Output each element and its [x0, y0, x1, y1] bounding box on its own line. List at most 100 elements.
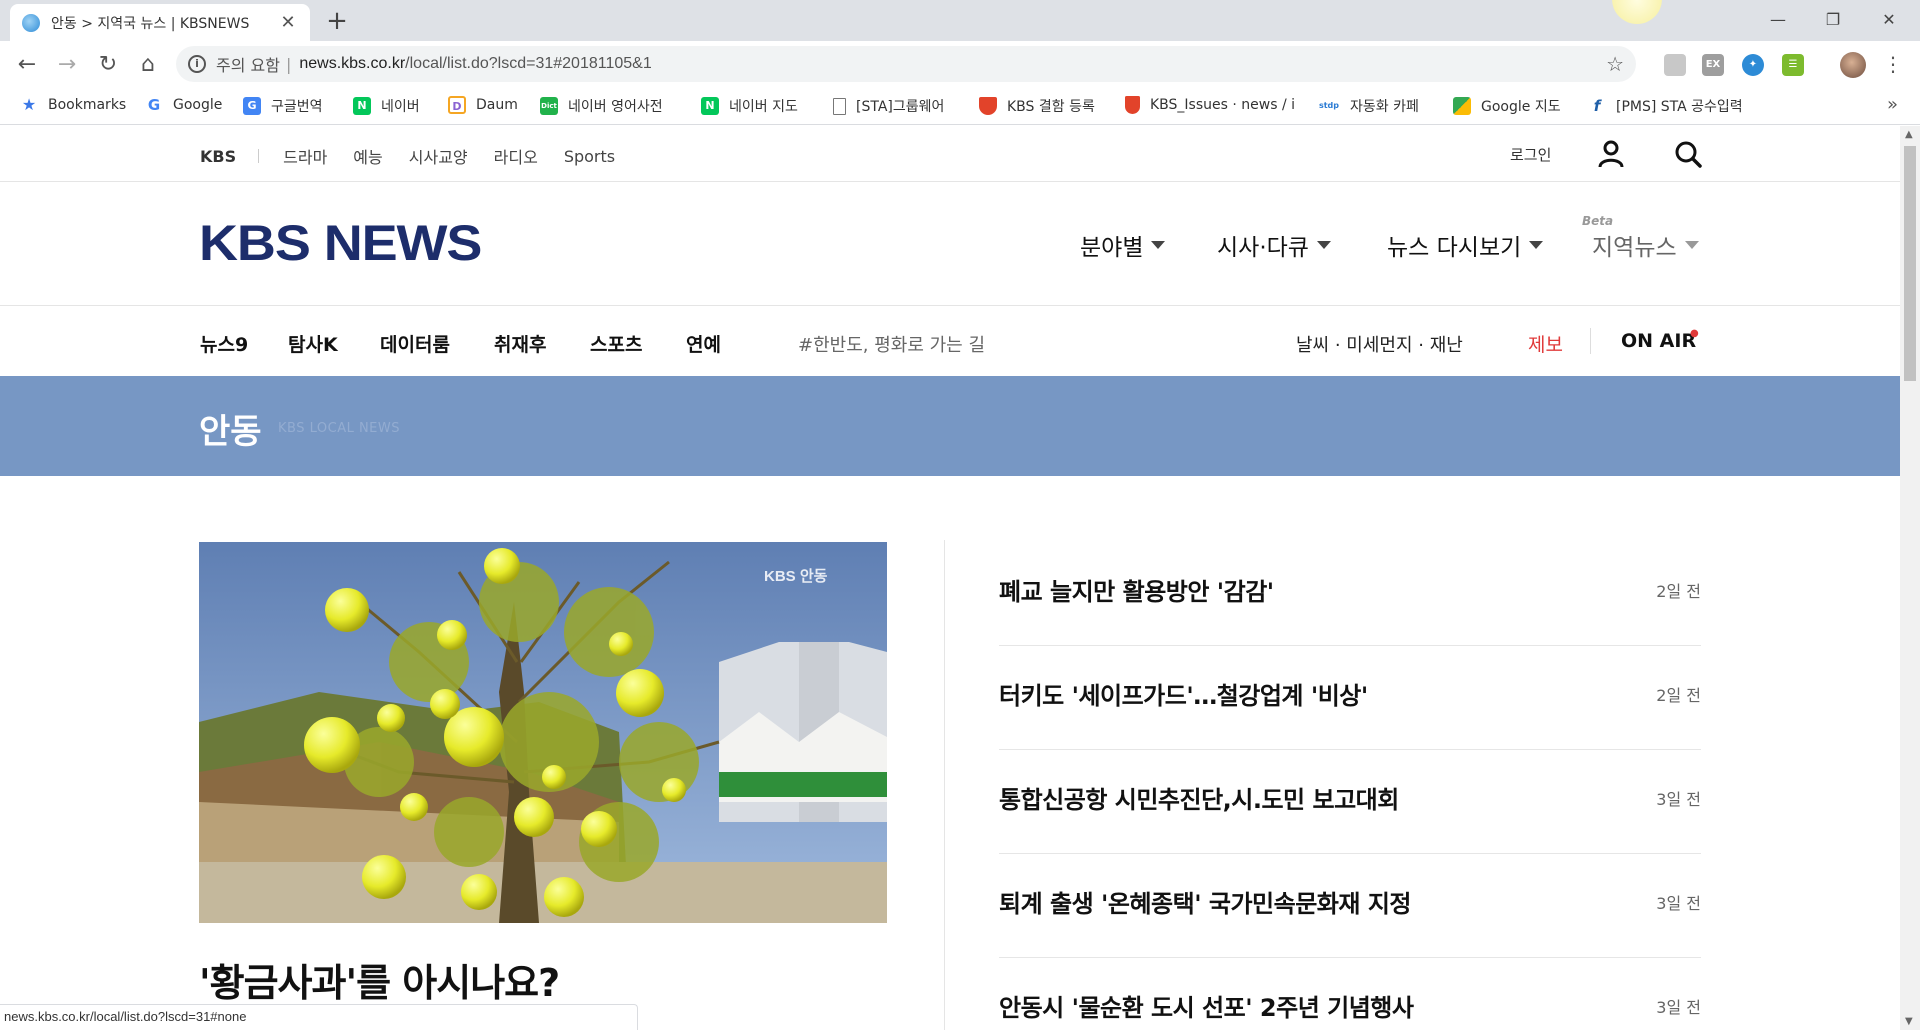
news-item[interactable]: 안동시 '물순환 도시 선포' 2주년 기념행사 3일 전	[999, 958, 1701, 1030]
login-link[interactable]: 로그인	[1510, 144, 1551, 165]
news-item[interactable]: 통합신공항 시민추진단,시.도민 보고대회 3일 전	[999, 750, 1701, 854]
extension-icon-3[interactable]: ✦	[1742, 54, 1764, 76]
back-button[interactable]: ←	[12, 50, 42, 80]
scrollbar-thumb[interactable]	[1904, 146, 1916, 381]
bookmark-item[interactable]: ★ Bookmarks	[20, 96, 126, 114]
hashtag-link[interactable]: #한반도, 평화로 가는 길	[798, 331, 985, 357]
region-banner: 안동 KBS LOCAL NEWS	[0, 376, 1900, 476]
browser-menu-icon[interactable]: ⋮	[1883, 51, 1903, 77]
report-link[interactable]: 제보	[1528, 330, 1563, 357]
nav-label: 분야별	[1080, 235, 1144, 261]
news-headline[interactable]: 안동시 '물순환 도시 선포' 2주년 기념행사	[999, 988, 1414, 1023]
info-icon[interactable]: i	[188, 55, 206, 73]
featured-image[interactable]: KBS 안동	[199, 542, 887, 923]
subnav-sports[interactable]: 스포츠	[590, 330, 642, 357]
search-icon[interactable]	[1674, 140, 1702, 168]
scroll-up-icon[interactable]: ▲	[1905, 129, 1913, 140]
address-bar[interactable]: i 주의 요함 | news.kbs.co.kr/local/list.do?l…	[176, 46, 1636, 82]
utility-links: KBS 드라마 예능 시사교양 라디오 Sports	[200, 144, 641, 168]
bookmark-item[interactable]: stdp 자동화 카페	[1318, 96, 1419, 116]
profile-avatar[interactable]	[1840, 52, 1866, 78]
minimize-button[interactable]: —	[1755, 5, 1801, 35]
bookmarks-bar: ★ Bookmarks G Google G 구글번역 N 네이버 D Daum Dict…	[0, 88, 1920, 125]
subnav-tamsak[interactable]: 탐사K	[288, 330, 338, 357]
kbs-news-logo[interactable]: KBS NEWS	[199, 214, 482, 272]
news-time: 3일 전	[1656, 894, 1701, 913]
weather-link[interactable]: 날씨 · 미세먼지 · 재난	[1296, 331, 1463, 357]
bookmark-item[interactable]: N 네이버 지도	[701, 96, 798, 116]
bookmark-item[interactable]: KBS_Issues · news / i	[1125, 96, 1295, 114]
extension-icon-1[interactable]	[1664, 54, 1686, 76]
subnav-news9[interactable]: 뉴스9	[200, 330, 248, 357]
bookmark-item[interactable]: KBS 결함 등록	[979, 96, 1095, 116]
bookmark-item[interactable]: G Google	[145, 96, 223, 114]
nav-label: 시사·다큐	[1217, 235, 1309, 261]
bookmark-item[interactable]: N 네이버	[353, 96, 420, 116]
forward-button[interactable]: →	[52, 50, 82, 80]
region-subtitle: KBS LOCAL NEWS	[278, 421, 401, 436]
stdp-icon: stdp	[1318, 97, 1340, 115]
nav-label: 뉴스 다시보기	[1387, 235, 1522, 261]
close-tab-icon[interactable]: ✕	[278, 12, 298, 33]
close-window-button[interactable]: ✕	[1866, 5, 1912, 35]
daum-icon: D	[448, 96, 466, 114]
page-scrollbar[interactable]: ▲ ▼	[1900, 126, 1920, 1030]
bookmark-label: KBS_Issues · news / i	[1149, 97, 1295, 113]
news-headline[interactable]: 폐교 늘지만 활용방안 '감감'	[999, 572, 1274, 607]
news-headline[interactable]: 통합신공항 시민추진단,시.도민 보고대회	[999, 780, 1399, 815]
nav-category[interactable]: 분야별	[1080, 228, 1166, 262]
news-time: 2일 전	[1656, 582, 1701, 601]
subnav-dataroom[interactable]: 데이터룸	[380, 330, 450, 357]
browser-tab[interactable]: 안동 > 지역국 뉴스 | KBSNEWS ✕	[10, 4, 310, 41]
scroll-down-icon[interactable]: ▼	[1905, 1016, 1913, 1027]
news-item[interactable]: 터키도 '세이프가드'…철강업계 '비상' 2일 전	[999, 646, 1701, 750]
region-title: 안동	[199, 412, 262, 452]
news-headline[interactable]: 터키도 '세이프가드'…철강업계 '비상'	[999, 676, 1368, 711]
bookmark-label: Daum	[476, 97, 518, 113]
bookmark-item[interactable]: Google 지도	[1453, 96, 1561, 116]
util-link-current-affairs[interactable]: 시사교양	[409, 144, 468, 168]
user-icon[interactable]	[1598, 140, 1624, 168]
extension-icon-4[interactable]: ☰	[1782, 54, 1804, 76]
url-text[interactable]: news.kbs.co.kr/local/list.do?lscd=31#201…	[299, 55, 1606, 73]
home-button[interactable]: ⌂	[133, 50, 163, 80]
bookmark-item[interactable]: G 구글번역	[243, 96, 323, 116]
golden-apple-tree-photo: KBS 안동	[199, 542, 887, 923]
util-link-radio[interactable]: 라디오	[494, 144, 538, 168]
util-link-sports[interactable]: Sports	[564, 147, 615, 166]
beta-badge: Beta	[1582, 214, 1614, 228]
tab-title: 안동 > 지역국 뉴스 | KBSNEWS	[51, 15, 250, 32]
kbs-home-link[interactable]: KBS	[200, 147, 236, 166]
news-headline[interactable]: 퇴계 출생 '온혜종택' 국가민속문화재 지정	[999, 884, 1411, 919]
bookmark-item[interactable]: f [PMS] STA 공수입력	[1588, 96, 1743, 116]
news-time: 3일 전	[1656, 998, 1701, 1017]
gitlab-icon	[979, 97, 997, 115]
sub-navigation: 뉴스9 탐사K 데이터룸 취재후 스포츠 연예 #한반도, 평화로 가는 길 날…	[0, 306, 1900, 376]
util-link-entertainment[interactable]: 예능	[353, 144, 382, 168]
watermark: KBS 안동	[764, 567, 828, 585]
util-link-drama[interactable]: 드라마	[283, 144, 327, 168]
divider	[1590, 328, 1591, 354]
naver-icon: N	[353, 97, 371, 115]
bookmark-item[interactable]: Dict 네이버 영어사전	[540, 96, 663, 116]
bookmark-item[interactable]: [STA]그룹웨어	[833, 96, 944, 116]
on-air-link[interactable]: ON AIR	[1621, 330, 1696, 352]
nav-replay[interactable]: 뉴스 다시보기	[1387, 228, 1544, 262]
reload-button[interactable]: ↻	[93, 50, 123, 80]
news-item[interactable]: 폐교 늘지만 활용방안 '감감' 2일 전	[999, 542, 1701, 646]
nav-local-news[interactable]: 지역뉴스	[1592, 228, 1699, 262]
bookmark-item[interactable]: D Daum	[448, 96, 518, 114]
live-dot-icon: ●	[1690, 328, 1699, 339]
more-bookmarks-icon[interactable]: »	[1887, 94, 1898, 115]
tab-strip: 안동 > 지역국 뉴스 | KBSNEWS ✕ + — ❐ ✕	[0, 0, 1920, 41]
subnav-entertainment[interactable]: 연예	[686, 330, 721, 357]
bookmark-star-icon[interactable]: ☆	[1606, 52, 1624, 76]
featured-title[interactable]: '황금사과'를 아시나요?	[199, 952, 560, 1007]
subnav-after-report[interactable]: 취재후	[494, 330, 546, 357]
news-item[interactable]: 퇴계 출생 '온혜종택' 국가민속문화재 지정 3일 전	[999, 854, 1701, 958]
nav-documentary[interactable]: 시사·다큐	[1217, 228, 1331, 262]
restore-button[interactable]: ❐	[1810, 5, 1856, 35]
extension-icon-2[interactable]: EX	[1702, 54, 1724, 76]
bookmark-label: 구글번역	[271, 99, 323, 115]
new-tab-button[interactable]: +	[322, 7, 352, 35]
